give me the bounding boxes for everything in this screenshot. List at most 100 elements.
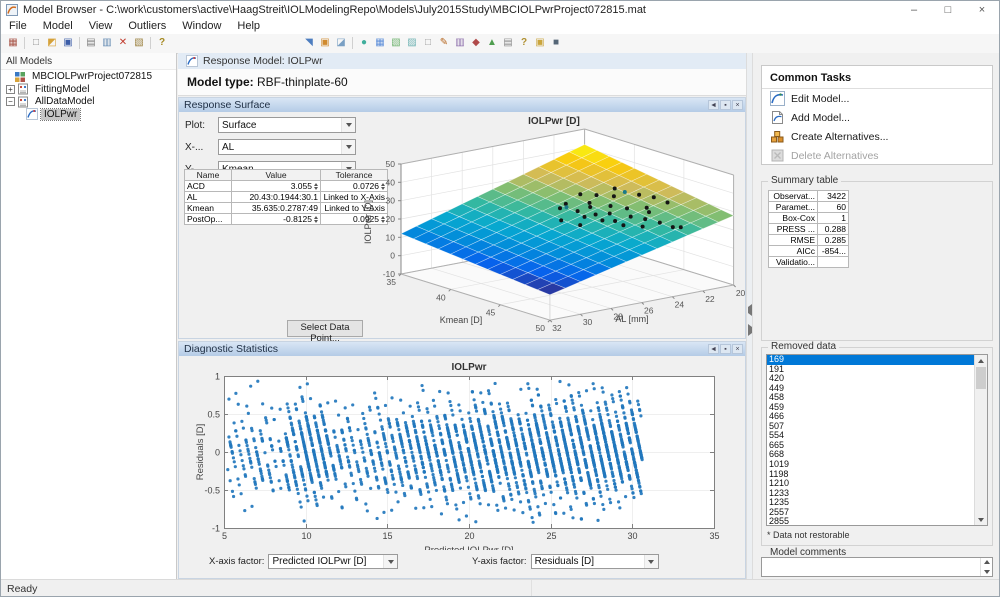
close-panel-icon[interactable]: × <box>732 344 743 354</box>
svg-text:Kmean [D]: Kmean [D] <box>440 315 483 325</box>
copy-icon[interactable]: ▥ <box>100 36 114 50</box>
edit-icon[interactable]: ✎ <box>437 36 451 50</box>
diagnostic-panel-header: Diagnostic Statistics ◄ ▪ × <box>179 342 745 356</box>
scroll-thumb[interactable] <box>976 367 986 389</box>
report-icon[interactable]: ▤ <box>501 36 515 50</box>
settings-icon[interactable]: ■ <box>549 36 563 50</box>
svg-text:30: 30 <box>583 317 593 327</box>
undock-icon[interactable]: ◄ <box>708 344 719 354</box>
alternatives-icon[interactable]: ▣ <box>318 36 332 50</box>
list-item[interactable]: 1198 <box>767 470 974 480</box>
open-folder-icon[interactable]: ◩ <box>45 36 59 50</box>
select-data-point-button[interactable]: Select Data Point... <box>287 320 363 337</box>
list-item[interactable]: 1019 <box>767 460 974 470</box>
model-comments-input[interactable] <box>761 557 993 577</box>
evaluate-icon[interactable]: ◪ <box>334 36 348 50</box>
plot-type-select[interactable]: Surface <box>218 117 356 133</box>
collapse-icon[interactable]: − <box>6 97 15 106</box>
list-item[interactable]: 1210 <box>767 479 974 489</box>
menu-help[interactable]: Help <box>229 19 268 34</box>
factor-value-cell[interactable]: -0.8125 <box>232 214 321 225</box>
tree-item-iolpwr[interactable]: IOLPwr <box>1 109 176 121</box>
tree-header: All Models <box>1 53 176 70</box>
scrollbar[interactable] <box>980 558 992 576</box>
grid-view-icon[interactable]: ▦ <box>373 36 387 50</box>
maximize-button[interactable]: □ <box>931 1 965 19</box>
toolbar-separator <box>150 37 151 49</box>
list-item[interactable]: 507 <box>767 422 974 432</box>
fit-models-icon[interactable]: ◥ <box>302 36 316 50</box>
list-item[interactable]: 449 <box>767 384 974 394</box>
response-icon <box>26 108 38 120</box>
factor-name-cell: AL <box>185 192 232 203</box>
undock-icon[interactable]: ◄ <box>708 100 719 110</box>
list-item[interactable]: 191 <box>767 365 974 375</box>
new-file-icon[interactable]: □ <box>29 36 43 50</box>
plot-2-icon[interactable]: ▨ <box>405 36 419 50</box>
menu-file[interactable]: File <box>1 19 35 34</box>
query-icon[interactable]: ? <box>517 36 531 50</box>
browse-icon[interactable]: ● <box>357 36 371 50</box>
factor-value-cell[interactable]: 35.635:0.2787:49 <box>232 203 321 214</box>
menu-outliers[interactable]: Outliers <box>120 19 174 34</box>
list-item[interactable]: 459 <box>767 403 974 413</box>
paste-icon[interactable]: ▧ <box>132 36 146 50</box>
menu-model[interactable]: Model <box>35 19 81 34</box>
test-plan-icon[interactable]: ▦ <box>6 36 20 50</box>
collapse-icon[interactable]: ▪ <box>720 100 731 110</box>
create-alternatives-task[interactable]: Create Alternatives... <box>762 127 992 146</box>
tree-item-fittingmodel[interactable]: +FittingModel <box>1 84 176 96</box>
list-item[interactable]: 665 <box>767 441 974 451</box>
svg-text:35: 35 <box>387 277 397 287</box>
list-item[interactable]: 668 <box>767 450 974 460</box>
blank-view-icon[interactable]: □ <box>421 36 435 50</box>
menu-window[interactable]: Window <box>174 19 229 34</box>
response-surface-plot[interactable]: -10010203040503540455032302826242220Kmea… <box>359 112 747 340</box>
scroll-up-icon[interactable] <box>975 355 987 366</box>
collapse-icon[interactable]: ▪ <box>720 344 731 354</box>
list-item[interactable]: 1235 <box>767 498 974 508</box>
list-item[interactable]: 1233 <box>767 489 974 499</box>
diamond-icon[interactable]: ◆ <box>469 36 483 50</box>
svg-text:10: 10 <box>386 232 396 242</box>
print-icon[interactable]: ▤ <box>84 36 98 50</box>
tree-item-mbciolpwrproject072815[interactable]: MBCIOLPwrProject072815 <box>1 71 176 83</box>
vertical-splitter[interactable] <box>746 53 753 579</box>
table-view-icon[interactable]: ▥ <box>453 36 467 50</box>
edit-model-task[interactable]: Edit Model... <box>762 89 992 108</box>
list-item[interactable]: 458 <box>767 393 974 403</box>
factor-value-cell[interactable]: 3.055 <box>232 181 321 192</box>
x-axis-factor-select[interactable]: Predicted IOLPwr [D] <box>268 554 398 569</box>
list-item[interactable]: 169 <box>767 355 974 365</box>
list-item[interactable]: 554 <box>767 431 974 441</box>
help-icon[interactable]: ? <box>155 36 169 50</box>
menu-view[interactable]: View <box>81 19 121 34</box>
close-button[interactable]: × <box>965 1 999 19</box>
save-icon[interactable]: ▣ <box>61 36 75 50</box>
delete-icon[interactable]: ✕ <box>116 36 130 50</box>
window-title: Model Browser - C:\work\customers\active… <box>23 4 646 16</box>
svg-text:50: 50 <box>535 323 545 333</box>
residuals-scatter-plot[interactable] <box>192 358 747 550</box>
add-model-task[interactable]: Add Model... <box>762 108 992 127</box>
scrollbar[interactable] <box>974 355 987 525</box>
notes-icon[interactable]: ▣ <box>533 36 547 50</box>
scroll-down-icon[interactable] <box>975 514 987 525</box>
list-item[interactable]: 466 <box>767 412 974 422</box>
y-axis-factor-select[interactable]: Residuals [D] <box>531 554 659 569</box>
table-row: PostOp...-0.81250.0925 <box>185 214 388 225</box>
minimize-button[interactable]: – <box>897 1 931 19</box>
expand-icon[interactable]: + <box>6 85 15 94</box>
export-icon[interactable]: ▲ <box>485 36 499 50</box>
summary-stat-name: RMSE <box>769 235 818 246</box>
svg-text:24: 24 <box>675 300 685 310</box>
factor-value-cell[interactable]: 20.43:0.1944:30.1 <box>232 192 321 203</box>
x-axis-select[interactable]: AL <box>218 139 356 155</box>
project-icon <box>14 71 26 83</box>
list-item[interactable]: 2557 <box>767 508 974 518</box>
close-panel-icon[interactable]: × <box>732 100 743 110</box>
plot-1-icon[interactable]: ▧ <box>389 36 403 50</box>
list-item[interactable]: 2855 <box>767 517 974 525</box>
list-item[interactable]: 420 <box>767 374 974 384</box>
tree-item-alldatamodel[interactable]: −AllDataModel <box>1 96 176 108</box>
